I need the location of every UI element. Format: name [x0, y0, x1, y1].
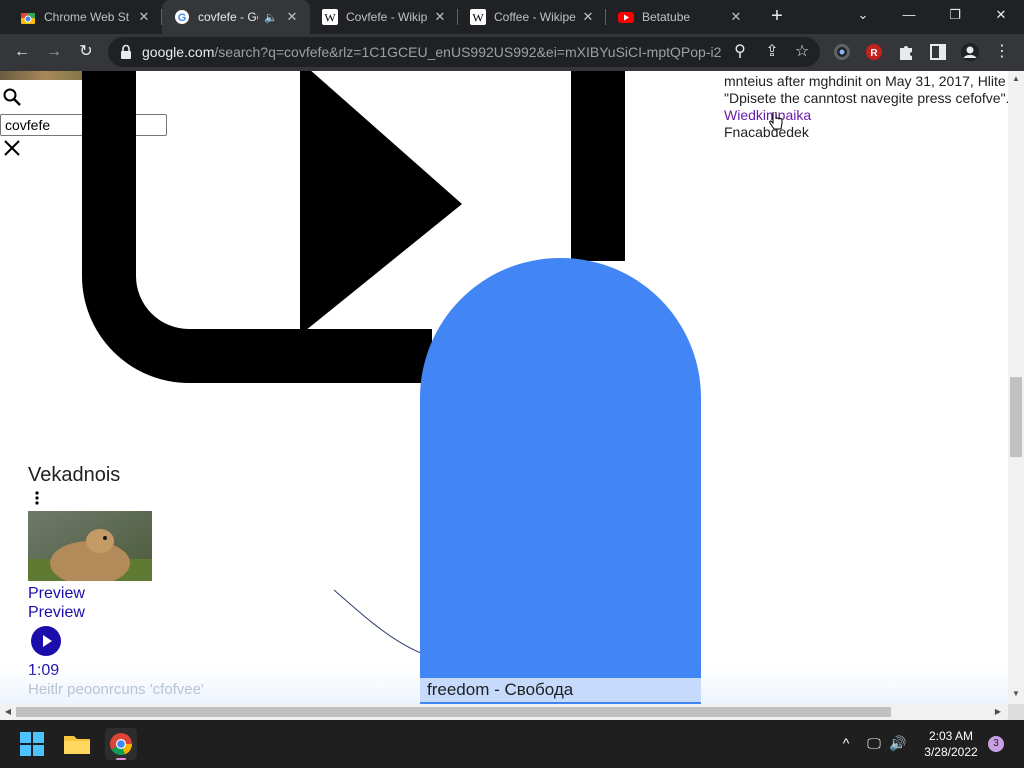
- clock-date: 3/28/2022: [924, 745, 978, 759]
- tab-title: covfefe - Go: [198, 10, 259, 24]
- back-button[interactable]: ←: [12, 42, 32, 62]
- url-text[interactable]: google.com/search?q=covfefe&rlz=1C1GCEU_…: [142, 44, 722, 60]
- profile-avatar-icon[interactable]: [960, 42, 980, 62]
- tab-title: Chrome Web St: [44, 10, 130, 24]
- browser-toolbar: ← → ↻ google.com/search?q=covfefe&rlz=1C…: [0, 34, 1024, 71]
- blue-shape-overlay: [420, 258, 701, 704]
- tab-covfefe-wikipedia[interactable]: W Covfefe - Wikip ✕: [310, 0, 458, 34]
- system-clock[interactable]: 2:03 AM 3/28/2022: [918, 728, 984, 760]
- svg-text:W: W: [472, 11, 484, 25]
- restore-button[interactable]: ❐: [932, 0, 978, 30]
- related-searches-caption: Heitlr peoonrcuns 'cfofvee': [28, 681, 204, 698]
- scroll-down-arrow[interactable]: ▼: [1008, 689, 1024, 698]
- side-panel-icon[interactable]: [928, 42, 948, 62]
- tab-close-icon[interactable]: ✕: [136, 9, 152, 25]
- tab-chrome-web-store[interactable]: Chrome Web St ✕: [8, 0, 162, 34]
- tab-coffee-wikipedia[interactable]: W Coffee - Wikipe ✕: [458, 0, 606, 34]
- file-explorer-icon[interactable]: [61, 728, 93, 760]
- horizontal-scroll-thumb[interactable]: [16, 707, 891, 717]
- play-button-icon[interactable]: [31, 626, 61, 656]
- scroll-left-arrow[interactable]: ◀: [0, 707, 16, 716]
- new-tab-button[interactable]: +: [766, 6, 788, 28]
- wikipedia-icon: W: [470, 9, 486, 25]
- tab-title: Betatube: [642, 10, 691, 24]
- notification-badge[interactable]: 3: [988, 736, 1004, 752]
- svg-text:R: R: [870, 48, 878, 59]
- bookmark-star-icon[interactable]: ☆: [792, 42, 812, 62]
- youtube-icon: [618, 12, 634, 23]
- tab-title: Coffee - Wikipe: [494, 10, 576, 24]
- wikipedia-icon: W: [322, 9, 338, 25]
- feedback-link[interactable]: Fnacabdedek: [724, 124, 1008, 141]
- close-window-button[interactable]: ✕: [978, 0, 1024, 30]
- tab-close-icon[interactable]: ✕: [580, 9, 596, 25]
- tab-covfefe-google[interactable]: G covfefe - Go 🔈 ✕: [162, 0, 310, 34]
- tab-strip: Chrome Web St ✕ G covfefe - Go 🔈 ✕ W Cov…: [0, 0, 1024, 34]
- extensions-puzzle-icon[interactable]: [896, 42, 916, 62]
- video-thumbnail[interactable]: [28, 511, 152, 581]
- url-domain: google.com: [142, 44, 215, 60]
- location-icon[interactable]: ⚲: [730, 42, 750, 62]
- extension-r-icon[interactable]: R: [864, 42, 884, 62]
- more-options-icon[interactable]: [33, 490, 41, 506]
- chrome-taskbar-icon[interactable]: [105, 728, 137, 760]
- tab-betatube[interactable]: Betatube ✕: [606, 0, 754, 34]
- url-path: /search?q=covfefe&rlz=1C1GCEU_enUS992US9…: [214, 44, 722, 60]
- windows-start-icon[interactable]: [16, 728, 48, 760]
- chrome-menu-icon[interactable]: ⋮: [992, 42, 1012, 62]
- lock-icon[interactable]: [120, 44, 132, 60]
- preview-link[interactable]: Preview: [28, 604, 85, 622]
- image-thumbnail-partial[interactable]: [0, 71, 92, 80]
- tab-audio-icon[interactable]: 🔈: [264, 11, 278, 24]
- scroll-up-arrow[interactable]: ▲: [1008, 74, 1024, 83]
- tab-title: Covfefe - Wikip: [346, 10, 428, 24]
- scrollbar-corner: [1008, 704, 1024, 720]
- clock-time: 2:03 AM: [928, 729, 974, 743]
- hand-cursor-icon: [769, 112, 783, 130]
- svg-text:W: W: [324, 11, 336, 25]
- page-content: mnteius after mghdinit on May 31, 2017, …: [0, 71, 1008, 704]
- forward-button[interactable]: →: [44, 42, 64, 62]
- windows-taskbar: ^ 🖵 🔊 2:03 AM 3/28/2022 3: [0, 720, 1024, 768]
- minimize-button[interactable]: —: [886, 0, 932, 30]
- svg-text:G: G: [178, 12, 187, 24]
- chrome-web-store-icon: [21, 13, 35, 24]
- preview-link[interactable]: Preview: [28, 585, 85, 603]
- reload-button[interactable]: ↻: [76, 42, 96, 62]
- scroll-right-arrow[interactable]: ▶: [990, 707, 1006, 716]
- tab-search-button[interactable]: ⌄: [840, 0, 886, 30]
- tab-close-icon[interactable]: ✕: [728, 9, 744, 25]
- extension-target-icon[interactable]: [832, 42, 852, 62]
- search-icon[interactable]: [2, 87, 22, 107]
- tab-close-icon[interactable]: ✕: [284, 9, 300, 25]
- tray-chevron-icon[interactable]: ^: [836, 735, 856, 751]
- network-display-icon[interactable]: 🖵: [864, 735, 884, 752]
- knowledge-snippet: mnteius after mghdinit on May 31, 2017, …: [724, 73, 1008, 141]
- tab-close-icon[interactable]: ✕: [432, 9, 448, 25]
- address-bar[interactable]: google.com/search?q=covfefe&rlz=1C1GCEU_…: [108, 37, 820, 67]
- vertical-scroll-thumb[interactable]: [1010, 377, 1022, 457]
- google-icon: G: [175, 10, 189, 24]
- volume-icon[interactable]: 🔊: [888, 735, 908, 752]
- videos-heading: Vekadnois: [28, 464, 121, 486]
- close-icon[interactable]: [2, 138, 22, 158]
- share-icon[interactable]: ⇪: [762, 42, 782, 62]
- snippet-line: mnteius after mghdinit on May 31, 2017, …: [724, 73, 1006, 89]
- freedom-caption[interactable]: freedom - Свобода: [420, 678, 701, 702]
- snippet-line: "Dpisete the canntost navegite press cef…: [724, 90, 1008, 106]
